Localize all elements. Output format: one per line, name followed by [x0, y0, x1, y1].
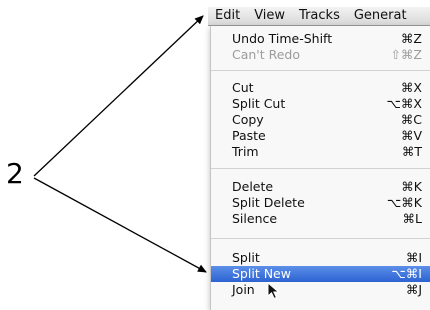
menu-item-shortcut: ⌘L [402, 211, 422, 226]
menu-item-delete[interactable]: Delete ⌘K [211, 179, 430, 195]
menu-item-label: Undo Time-Shift [232, 31, 333, 46]
menu-item-label: Split Delete [232, 195, 305, 210]
menu-item-shortcut: ⌘V [400, 128, 422, 143]
menu-item-shortcut: ⌘I [405, 250, 422, 265]
menu-item-label: Cut [232, 80, 254, 95]
menu-item-label: Delete [232, 179, 274, 194]
menu-item-label: Paste [232, 128, 266, 143]
menu-item-label: Silence [232, 211, 278, 226]
mouse-pointer-icon [267, 282, 280, 300]
menu-item-shortcut: ⌘C [400, 112, 422, 127]
menu-item-label: Copy [232, 112, 264, 127]
menu-item-paste[interactable]: Paste ⌘V [211, 128, 430, 144]
menu-item-label: Join [232, 282, 255, 297]
menu-item-shortcut: ⌘K [401, 179, 422, 194]
menu-item-split[interactable]: Split ⌘I [211, 250, 430, 266]
menu-item-label: Trim [232, 144, 259, 159]
menu-item-cant-redo: Can't Redo ⇧⌘Z [211, 47, 430, 63]
menu-item-join[interactable]: Join ⌘J [211, 282, 430, 298]
menu-item-undo-time-shift[interactable]: Undo Time-Shift ⌘Z [211, 31, 430, 47]
menu-edit[interactable]: Edit [208, 7, 247, 25]
menu-separator [211, 168, 430, 169]
menu-item-shortcut: ⇧⌘Z [390, 47, 422, 62]
arrow-to-split-new [33, 177, 207, 273]
menu-generate[interactable]: Generat [347, 7, 414, 25]
menu-item-trim[interactable]: Trim ⌘T [211, 144, 430, 160]
menu-item-shortcut: ⌥⌘X [386, 96, 422, 111]
menu-item-shortcut: ⌥⌘K [386, 195, 422, 210]
menu-item-shortcut: ⌘T [401, 144, 422, 159]
menu-tracks[interactable]: Tracks [292, 7, 347, 25]
menu-item-split-new[interactable]: Split New ⌥⌘I [211, 266, 430, 282]
menu-item-shortcut: ⌥⌘I [391, 266, 422, 281]
menu-item-label: Split [232, 250, 260, 265]
menu-item-label: Split Cut [232, 96, 286, 111]
menu-view[interactable]: View [247, 7, 292, 25]
menu-item-copy[interactable]: Copy ⌘C [211, 112, 430, 128]
menu-item-shortcut: ⌘X [400, 80, 422, 95]
menu-item-shortcut: ⌘Z [400, 31, 422, 46]
menu-item-split-delete[interactable]: Split Delete ⌥⌘K [211, 195, 430, 211]
menu-item-silence[interactable]: Silence ⌘L [211, 211, 430, 227]
menu-item-split-cut[interactable]: Split Cut ⌥⌘X [211, 96, 430, 112]
arrow-to-edit-menu [33, 15, 204, 177]
menu-item-shortcut: ⌘J [405, 282, 422, 297]
menu-item-label: Can't Redo [232, 47, 301, 62]
menu-item-cut[interactable]: Cut ⌘X [211, 80, 430, 96]
menu-separator [211, 70, 430, 71]
edit-menu-dropdown: Undo Time-Shift ⌘Z Can't Redo ⇧⌘Z Cut ⌘X… [210, 26, 430, 310]
menu-separator [211, 238, 430, 239]
menu-bar: Edit View Tracks Generat [208, 7, 430, 26]
callout-number: 2 [6, 157, 24, 190]
menu-item-label: Split New [232, 266, 291, 281]
